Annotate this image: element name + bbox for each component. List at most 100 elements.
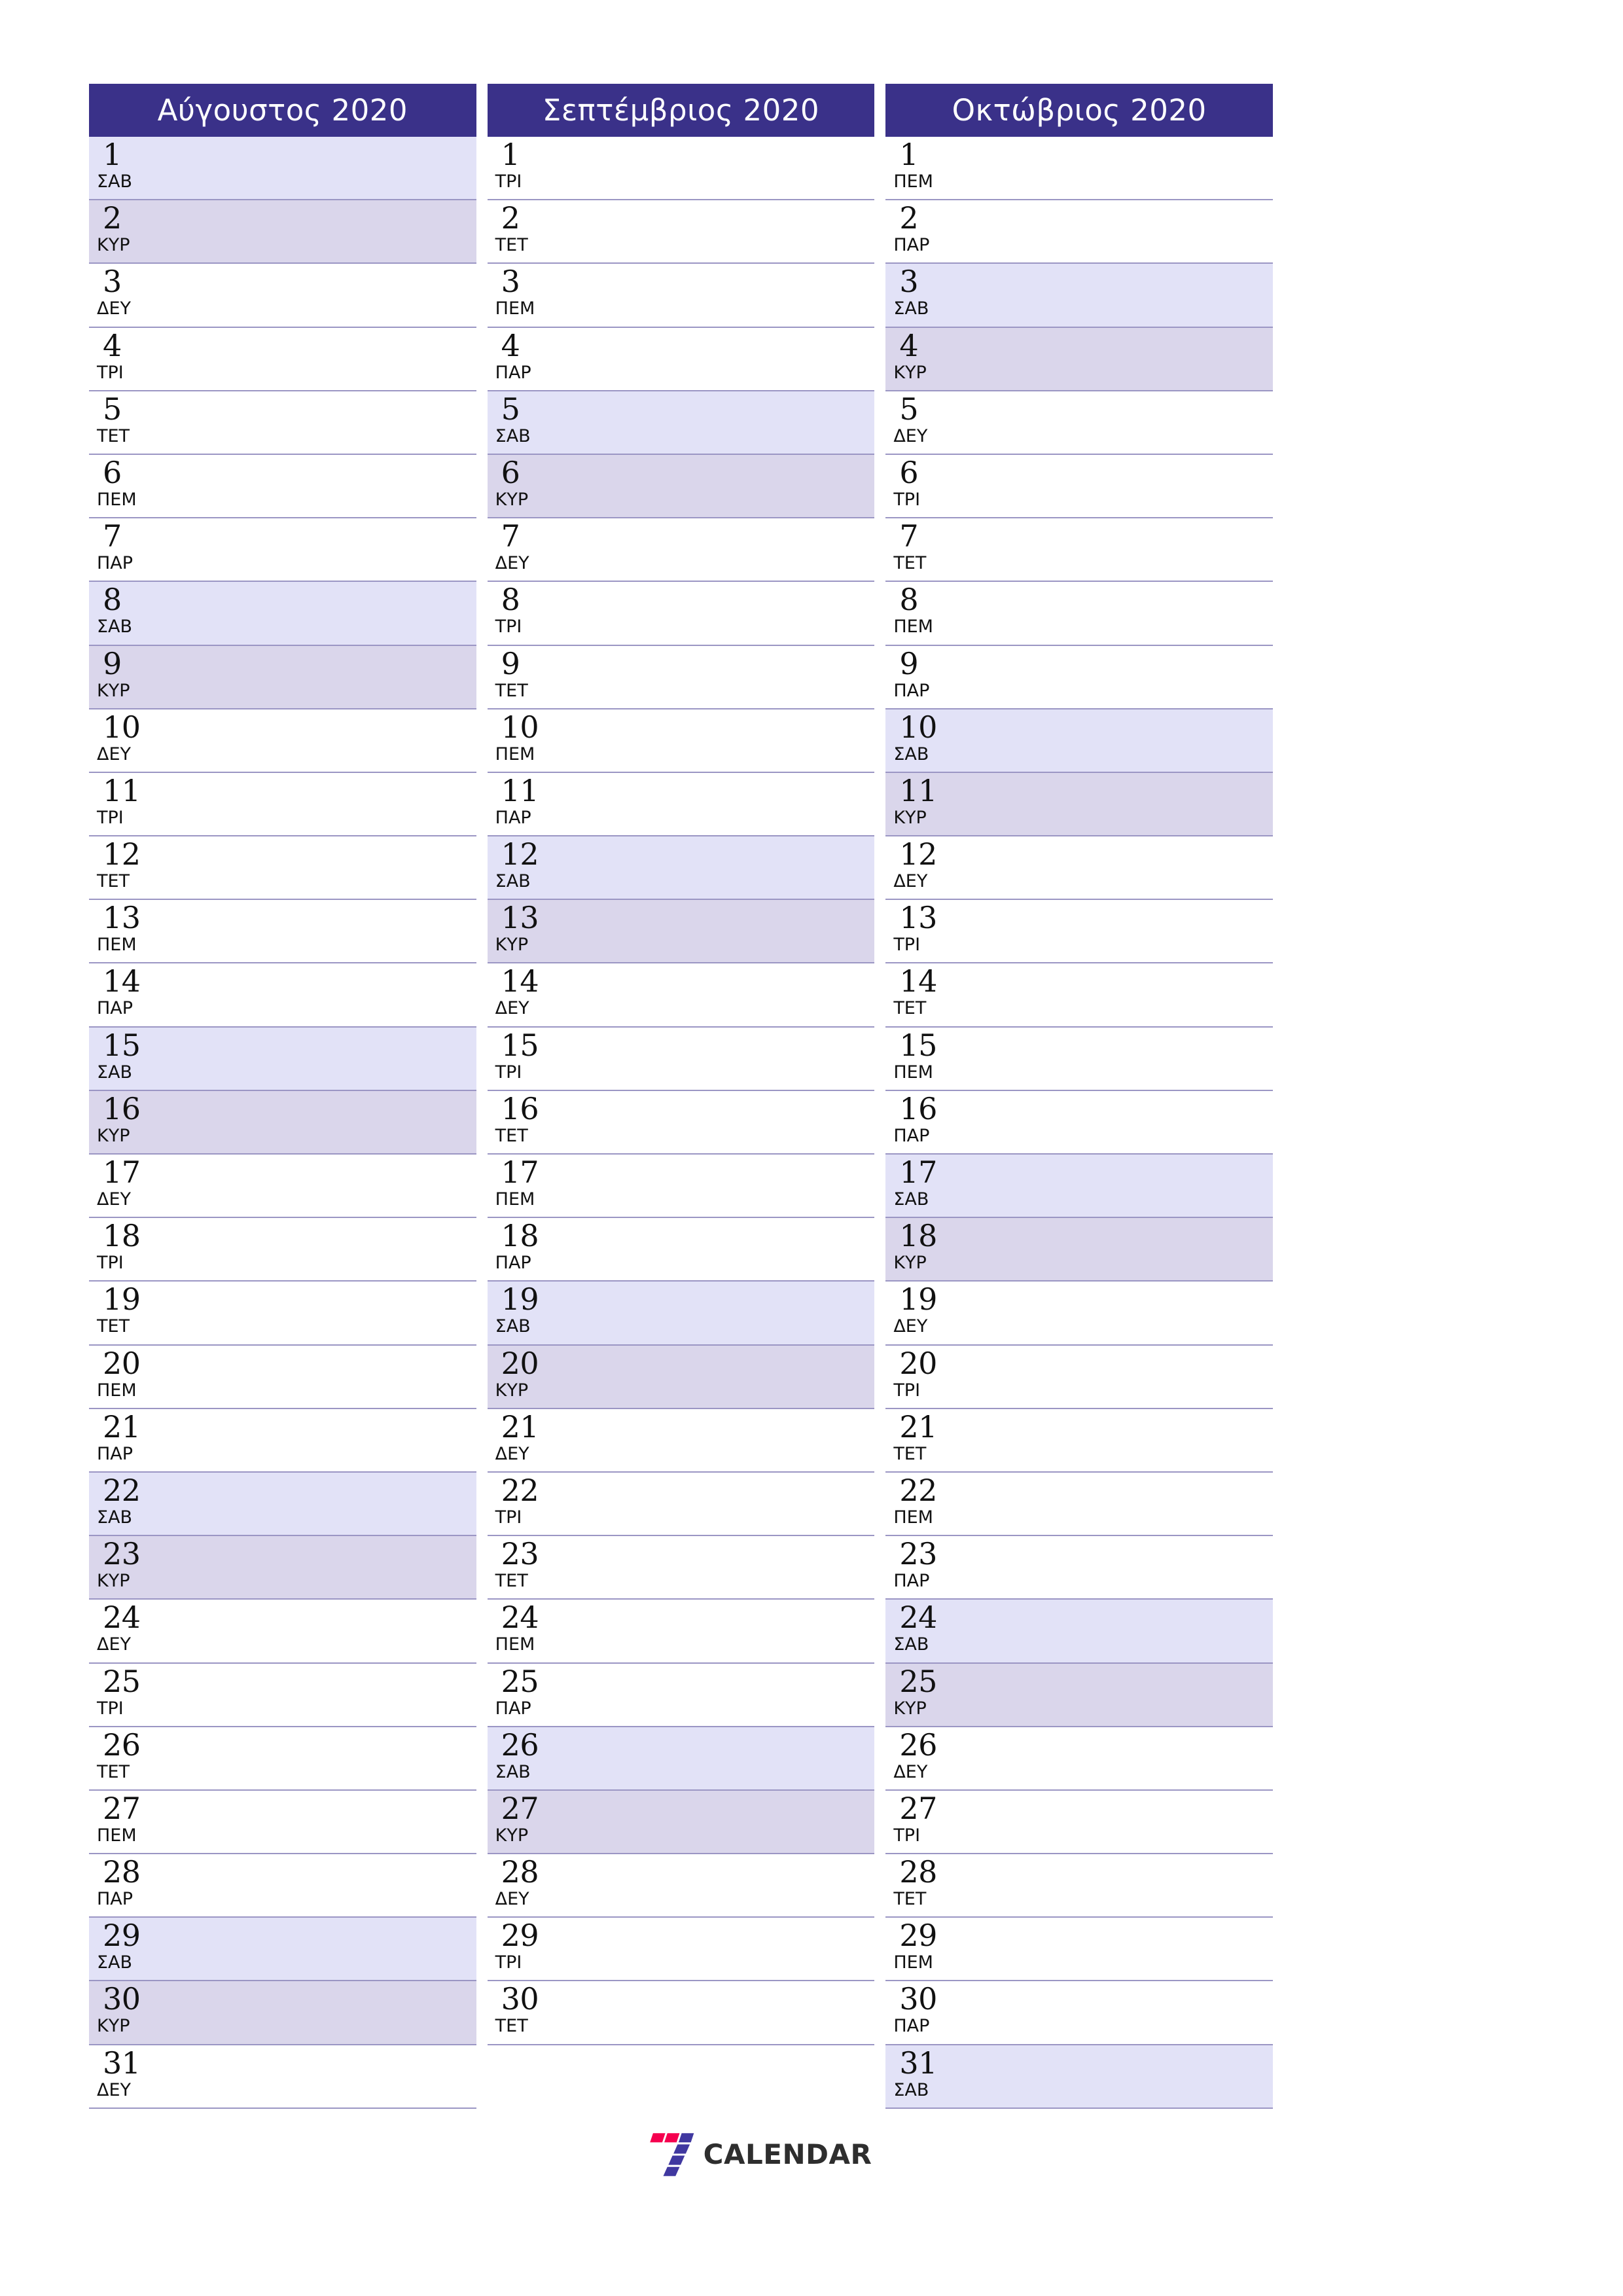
day-row[interactable]: 14 ΔΕΥ <box>487 963 875 1028</box>
day-row[interactable]: 11 ΠΑΡ <box>487 772 875 837</box>
day-weekday-abbr: ΠΑΡ <box>97 998 134 1019</box>
day-row[interactable]: 1 ΣΑΒ <box>89 137 476 201</box>
day-row[interactable]: 29 ΤΡΙ <box>487 1918 875 1982</box>
day-row[interactable]: 3 ΔΕΥ <box>89 264 476 328</box>
day-row[interactable]: 20 ΚΥΡ <box>487 1345 875 1409</box>
day-row[interactable]: 19 ΣΑΒ <box>487 1282 875 1346</box>
day-row[interactable]: 24 ΠΕΜ <box>487 1600 875 1664</box>
day-row[interactable]: 11 ΚΥΡ <box>885 772 1273 837</box>
day-row[interactable]: 20 ΤΡΙ <box>885 1345 1273 1409</box>
day-row[interactable]: 6 ΤΡΙ <box>885 454 1273 519</box>
day-row[interactable]: 21 ΤΕΤ <box>885 1408 1273 1473</box>
day-number: 10 <box>103 709 141 745</box>
day-row[interactable]: 13 ΠΕΜ <box>89 900 476 964</box>
day-row[interactable]: 2 ΠΑΡ <box>885 200 1273 264</box>
day-row[interactable]: 16 ΤΕΤ <box>487 1090 875 1155</box>
day-row[interactable]: 7 ΠΑΡ <box>89 518 476 583</box>
day-row[interactable]: 6 ΚΥΡ <box>487 454 875 519</box>
day-row[interactable]: 15 ΠΕΜ <box>885 1027 1273 1091</box>
day-row[interactable]: 29 ΠΕΜ <box>885 1918 1273 1982</box>
day-row[interactable]: 2 ΚΥΡ <box>89 200 476 264</box>
day-row[interactable]: 12 ΔΕΥ <box>885 836 1273 901</box>
day-row[interactable]: 4 ΠΑΡ <box>487 327 875 391</box>
day-row[interactable]: 3 ΣΑΒ <box>885 264 1273 328</box>
day-row[interactable]: 18 ΤΡΙ <box>89 1218 476 1282</box>
day-row[interactable]: 15 ΤΡΙ <box>487 1027 875 1091</box>
day-row[interactable]: 14 ΤΕΤ <box>885 963 1273 1028</box>
day-number: 26 <box>899 1727 937 1763</box>
day-row[interactable]: 15 ΣΑΒ <box>89 1027 476 1091</box>
day-row[interactable]: 5 ΤΕΤ <box>89 391 476 455</box>
day-row[interactable]: 1 ΤΡΙ <box>487 137 875 201</box>
day-row[interactable]: 26 ΔΕΥ <box>885 1727 1273 1791</box>
day-row[interactable]: 27 ΠΕΜ <box>89 1790 476 1855</box>
day-row[interactable]: 31 ΣΑΒ <box>885 2045 1273 2109</box>
day-row[interactable]: 5 ΣΑΒ <box>487 391 875 455</box>
day-row[interactable]: 13 ΚΥΡ <box>487 900 875 964</box>
day-row[interactable]: 23 ΠΑΡ <box>885 1536 1273 1600</box>
day-row[interactable]: 23 ΚΥΡ <box>89 1536 476 1600</box>
day-row[interactable]: 17 ΣΑΒ <box>885 1155 1273 1219</box>
day-row[interactable]: 8 ΤΡΙ <box>487 582 875 646</box>
day-row[interactable]: 28 ΠΑΡ <box>89 1854 476 1918</box>
day-weekday-abbr: ΤΕΤ <box>893 1889 927 1910</box>
day-number: 25 <box>501 1663 539 1699</box>
day-row[interactable]: 18 ΚΥΡ <box>885 1218 1273 1282</box>
day-row[interactable]: 22 ΠΕΜ <box>885 1472 1273 1537</box>
day-row[interactable]: 10 ΠΕΜ <box>487 709 875 773</box>
month-header-october: Οκτώβριος 2020 <box>885 84 1273 137</box>
day-row[interactable]: 14 ΠΑΡ <box>89 963 476 1028</box>
day-row[interactable]: 24 ΣΑΒ <box>885 1600 1273 1664</box>
day-row[interactable]: 2 ΤΕΤ <box>487 200 875 264</box>
day-row[interactable]: 11 ΤΡΙ <box>89 772 476 837</box>
day-row[interactable]: 22 ΣΑΒ <box>89 1472 476 1537</box>
day-row[interactable]: 16 ΠΑΡ <box>885 1090 1273 1155</box>
day-row[interactable]: 28 ΔΕΥ <box>487 1854 875 1918</box>
day-row[interactable]: 4 ΤΡΙ <box>89 327 476 391</box>
day-row[interactable]: 18 ΠΑΡ <box>487 1218 875 1282</box>
day-row[interactable]: 27 ΚΥΡ <box>487 1790 875 1855</box>
day-row[interactable]: 8 ΠΕΜ <box>885 582 1273 646</box>
day-row[interactable]: 12 ΤΕΤ <box>89 836 476 901</box>
day-row[interactable]: 19 ΤΕΤ <box>89 1282 476 1346</box>
day-row[interactable]: 5 ΔΕΥ <box>885 391 1273 455</box>
day-row[interactable]: 25 ΤΡΙ <box>89 1663 476 1727</box>
day-row[interactable]: 17 ΠΕΜ <box>487 1155 875 1219</box>
day-row[interactable]: 21 ΔΕΥ <box>487 1408 875 1473</box>
day-number: 28 <box>501 1854 539 1890</box>
day-row[interactable]: 10 ΣΑΒ <box>885 709 1273 773</box>
day-row[interactable]: 20 ΠΕΜ <box>89 1345 476 1409</box>
day-row[interactable]: 21 ΠΑΡ <box>89 1408 476 1473</box>
day-row[interactable]: 27 ΤΡΙ <box>885 1790 1273 1855</box>
day-row[interactable]: 30 ΠΑΡ <box>885 1981 1273 2045</box>
day-row[interactable]: 12 ΣΑΒ <box>487 836 875 901</box>
day-row[interactable]: 13 ΤΡΙ <box>885 900 1273 964</box>
day-row[interactable]: 1 ΠΕΜ <box>885 137 1273 201</box>
day-row[interactable]: 3 ΠΕΜ <box>487 264 875 328</box>
day-row[interactable]: 9 ΤΕΤ <box>487 645 875 709</box>
day-row[interactable]: 30 ΚΥΡ <box>89 1981 476 2045</box>
day-row[interactable]: 4 ΚΥΡ <box>885 327 1273 391</box>
day-row[interactable]: 28 ΤΕΤ <box>885 1854 1273 1918</box>
day-row[interactable]: 23 ΤΕΤ <box>487 1536 875 1600</box>
day-row[interactable]: 24 ΔΕΥ <box>89 1600 476 1664</box>
day-row[interactable]: 19 ΔΕΥ <box>885 1282 1273 1346</box>
day-row[interactable]: 7 ΔΕΥ <box>487 518 875 583</box>
day-row[interactable]: 8 ΣΑΒ <box>89 582 476 646</box>
day-row[interactable]: 10 ΔΕΥ <box>89 709 476 773</box>
day-row[interactable]: 26 ΣΑΒ <box>487 1727 875 1791</box>
day-row[interactable]: 9 ΠΑΡ <box>885 645 1273 709</box>
day-row[interactable]: 9 ΚΥΡ <box>89 645 476 709</box>
day-row[interactable]: 22 ΤΡΙ <box>487 1472 875 1537</box>
day-row[interactable]: 25 ΠΑΡ <box>487 1663 875 1727</box>
day-row[interactable]: 31 ΔΕΥ <box>89 2045 476 2109</box>
day-row[interactable]: 26 ΤΕΤ <box>89 1727 476 1791</box>
day-number: 23 <box>103 1536 141 1572</box>
day-row[interactable]: 16 ΚΥΡ <box>89 1090 476 1155</box>
day-row[interactable]: 6 ΠΕΜ <box>89 454 476 519</box>
day-row[interactable]: 17 ΔΕΥ <box>89 1155 476 1219</box>
day-row[interactable]: 7 ΤΕΤ <box>885 518 1273 583</box>
day-row[interactable]: 30 ΤΕΤ <box>487 1981 875 2045</box>
day-row[interactable]: 29 ΣΑΒ <box>89 1918 476 1982</box>
day-row[interactable]: 25 ΚΥΡ <box>885 1663 1273 1727</box>
